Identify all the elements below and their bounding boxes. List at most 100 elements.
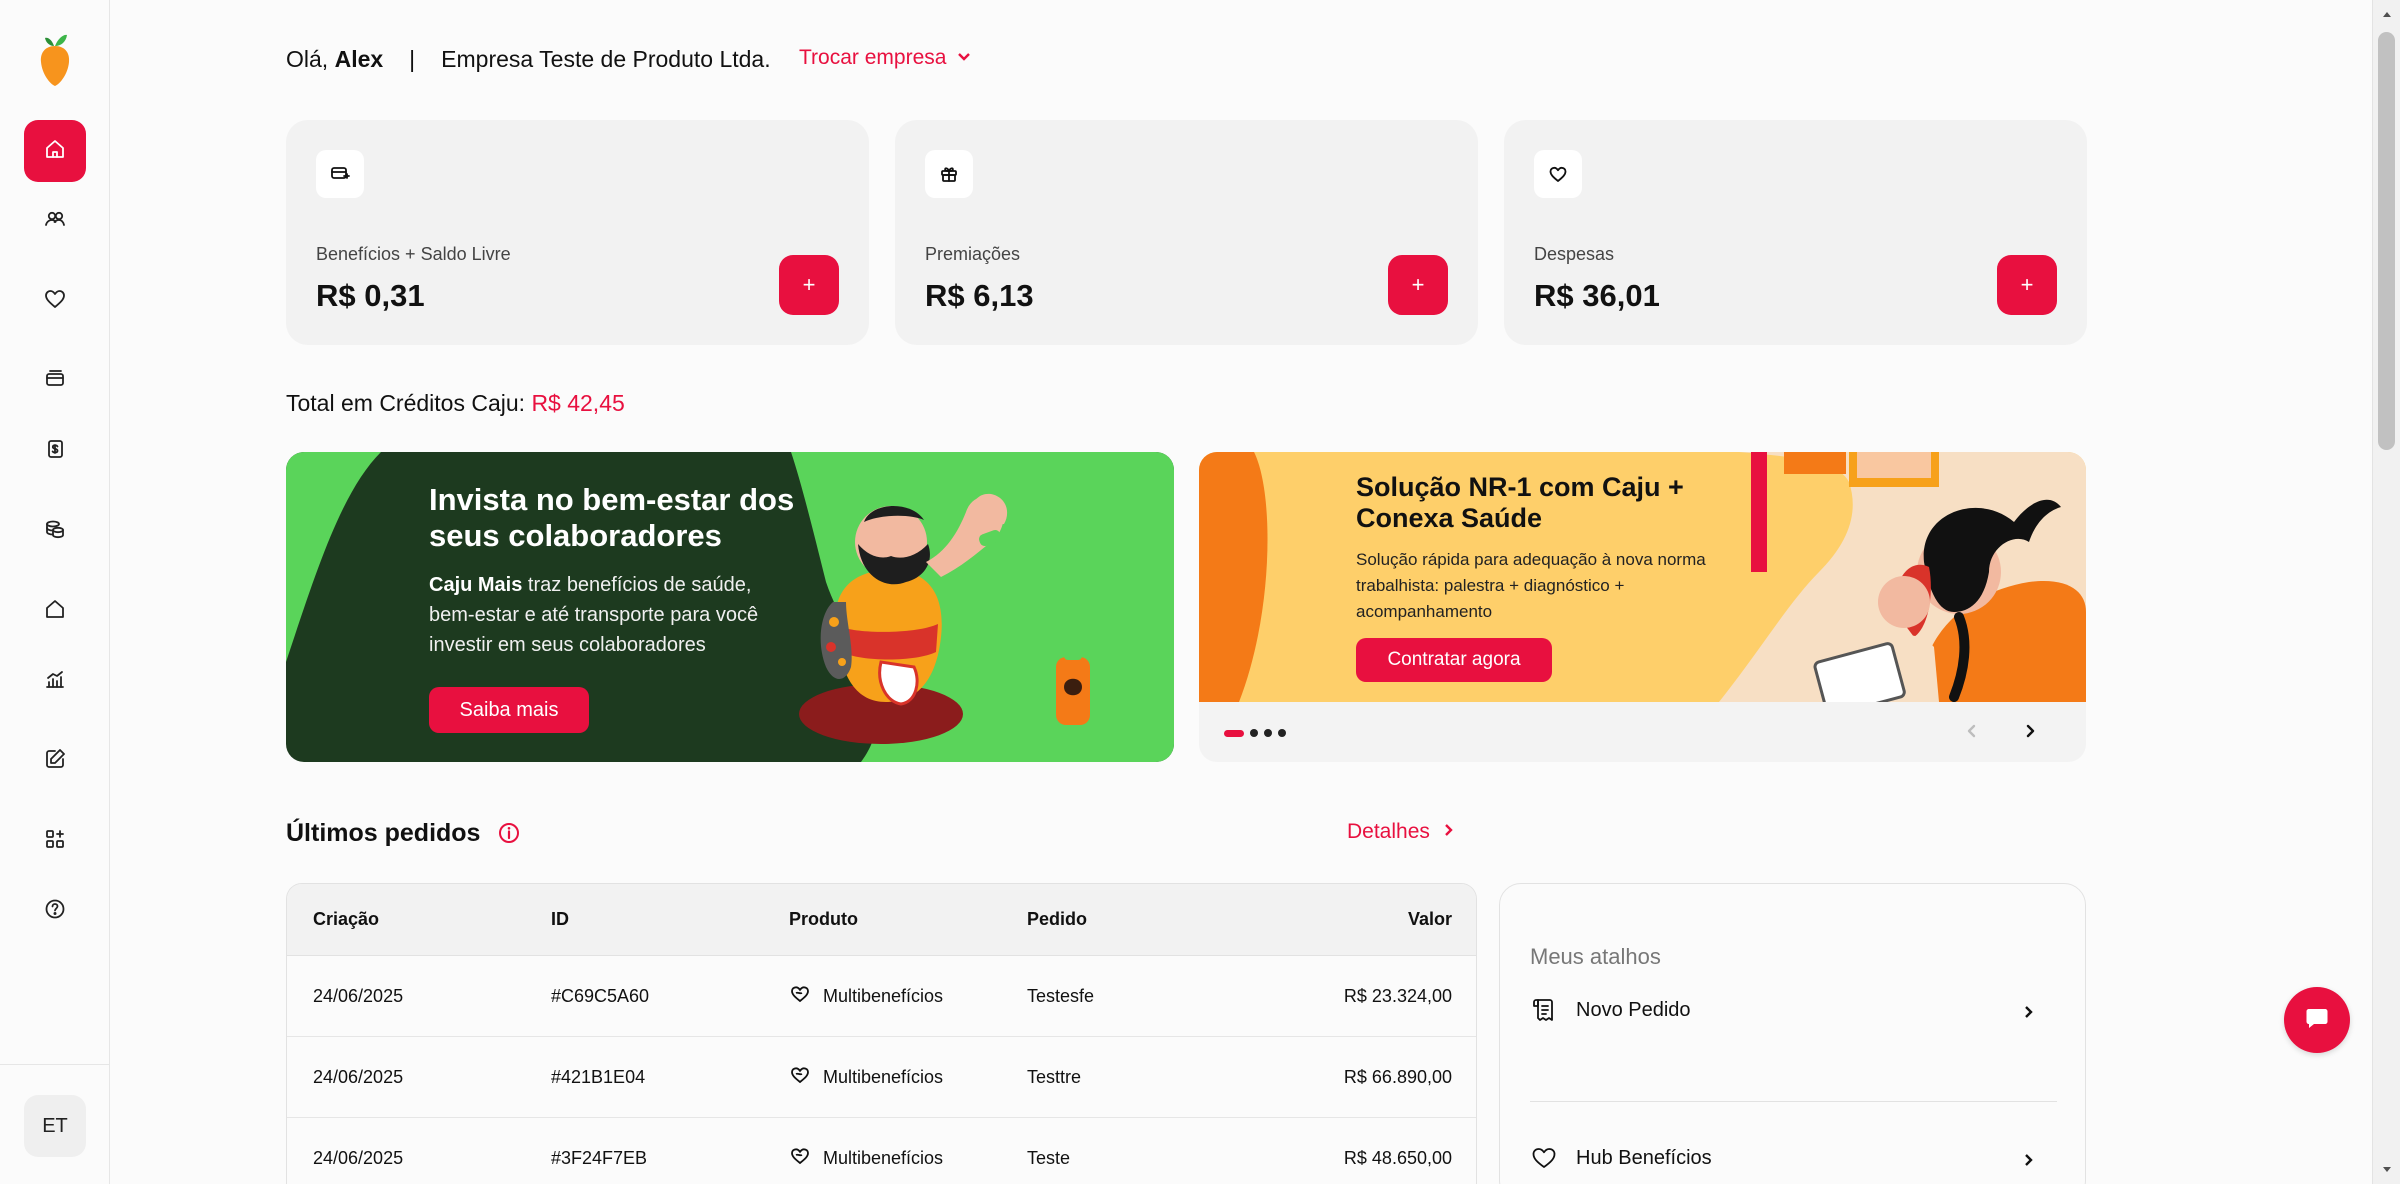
order-id: #3F24F7EB <box>551 1147 648 1168</box>
shortcut-hub-benefits[interactable]: Hub Benefícios <box>1530 1118 2057 1184</box>
table-header: Criação ID Produto Pedido Valor <box>287 884 1476 956</box>
nav-benefits[interactable] <box>24 270 86 332</box>
orders-details-link[interactable]: Detalhes <box>1347 820 1456 844</box>
carousel-dot-2[interactable] <box>1250 729 1258 737</box>
greeting: Olá, Alex | Empresa Teste de Produto Ltd… <box>286 46 771 73</box>
card-label: Premiações <box>925 244 1021 264</box>
carousel-prev-button[interactable] <box>1959 720 1985 746</box>
nav-home[interactable] <box>24 120 86 182</box>
banner-text-bold: Caju Mais <box>429 574 523 596</box>
table-row[interactable]: 24/06/2025 #C69C5A60 Multibenefícios Tes… <box>287 956 1476 1037</box>
carousel-dots <box>1224 729 1286 737</box>
order-name: Teste <box>1027 1147 1071 1168</box>
nav-users[interactable] <box>24 190 86 252</box>
info-icon[interactable] <box>497 821 521 845</box>
switch-company-button[interactable]: Trocar empresa <box>799 46 972 70</box>
heart-icon <box>43 287 67 316</box>
chevron-right-icon <box>1440 820 1456 844</box>
details-label: Detalhes <box>1347 820 1430 843</box>
apps-icon <box>43 827 67 856</box>
coins-icon <box>43 517 67 546</box>
order-product: Multibenefícios <box>789 1145 943 1172</box>
orders-title: Últimos pedidos <box>286 819 481 847</box>
shortcuts-title: Meus atalhos <box>1530 944 1661 969</box>
scroll-down-arrow-icon[interactable] <box>2380 1162 2394 1176</box>
nav-reports[interactable] <box>24 650 86 712</box>
switch-company-label: Trocar empresa <box>799 46 947 69</box>
shortcut-label: Hub Benefícios <box>1576 1146 1712 1169</box>
order-date: 24/06/2025 <box>313 1066 404 1087</box>
order-id: #421B1E04 <box>551 1066 646 1087</box>
heart-icon <box>1534 150 1582 198</box>
order-value: R$ 23.324,00 <box>1343 985 1452 1006</box>
total-credits-value: R$ 42,45 <box>531 390 625 416</box>
shortcuts-panel: Meus atalhos Novo Pedido Hub Benefícios <box>1499 883 2086 1184</box>
carousel-next-button[interactable] <box>2017 720 2043 746</box>
nav-coins[interactable] <box>24 500 86 562</box>
order-value: R$ 48.650,00 <box>1343 1147 1452 1168</box>
card-label: Benefícios + Saldo Livre <box>316 244 511 264</box>
caju-mais-banner[interactable]: Invista no bem-estar dos seus colaborado… <box>286 452 1174 762</box>
nav-receipts[interactable] <box>24 420 86 482</box>
scroll-up-arrow-icon[interactable] <box>2380 8 2394 22</box>
gift-icon <box>925 150 973 198</box>
greeting-prefix: Olá, <box>286 46 329 72</box>
help-icon <box>43 897 67 926</box>
banner-text: Caju Mais traz benefícios de saúde, bem-… <box>429 570 789 660</box>
add-expenses-button[interactable]: + <box>1997 255 2057 315</box>
house-icon <box>43 597 67 626</box>
chat-button[interactable] <box>2284 987 2350 1053</box>
nav-apps[interactable] <box>24 810 86 872</box>
total-credits: Total em Créditos Caju: R$ 42,45 <box>286 390 625 417</box>
order-product: Multibenefícios <box>789 983 943 1010</box>
product-name: Multibenefícios <box>823 985 944 1006</box>
nr1-carousel: Solução NR-1 com Caju + Conexa Saúde Sol… <box>1199 452 2086 762</box>
page-scrollbar[interactable] <box>2372 0 2400 1184</box>
contract-now-button[interactable]: Contratar agora <box>1356 638 1552 682</box>
carousel-dot-4[interactable] <box>1278 729 1286 737</box>
column-header-id[interactable]: ID <box>551 909 569 930</box>
chevron-down-icon <box>956 46 972 70</box>
table-row[interactable]: 24/06/2025 #3F24F7EB Multibenefícios Tes… <box>287 1118 1476 1184</box>
home-icon <box>43 137 67 166</box>
column-header-product[interactable]: Produto <box>789 909 858 930</box>
nav-house[interactable] <box>24 580 86 642</box>
caju-logo[interactable] <box>36 32 74 88</box>
column-header-value[interactable]: Valor <box>1408 909 1452 930</box>
chevron-right-icon <box>2021 1002 2035 1018</box>
user-name: Alex <box>334 46 384 72</box>
avatar[interactable]: ET <box>24 1095 86 1157</box>
add-awards-button[interactable]: + <box>1388 255 1448 315</box>
company-name: Empresa Teste de Produto Ltda. <box>441 46 771 72</box>
orders-table: Criação ID Produto Pedido Valor 24/06/20… <box>286 883 1477 1184</box>
chart-icon <box>43 667 67 696</box>
shortcuts-divider <box>1530 1101 2057 1102</box>
order-value: R$ 66.890,00 <box>1343 1066 1452 1087</box>
column-header-order[interactable]: Pedido <box>1027 909 1087 930</box>
column-header-creation[interactable]: Criação <box>313 909 379 930</box>
multibenefits-icon <box>789 1064 811 1091</box>
header-separator: | <box>409 46 416 72</box>
table-row[interactable]: 24/06/2025 #421B1E04 Multibenefícios Tes… <box>287 1037 1476 1118</box>
shortcut-new-order[interactable]: Novo Pedido <box>1530 970 2057 1050</box>
carousel-dot-3[interactable] <box>1264 729 1272 737</box>
chevron-right-icon <box>2022 723 2038 744</box>
order-product: Multibenefícios <box>789 1064 943 1091</box>
multibenefits-icon <box>789 1145 811 1172</box>
multibenefits-icon <box>789 983 811 1010</box>
carousel-dot-1[interactable] <box>1224 729 1244 737</box>
carousel-title: Solução NR-1 com Caju + Conexa Saúde <box>1356 472 1684 533</box>
benefits-balance-card: Benefícios + Saldo Livre R$ 0,31 + <box>286 120 869 345</box>
learn-more-button[interactable]: Saiba mais <box>429 687 589 733</box>
order-date: 24/06/2025 <box>313 1147 404 1168</box>
nav-cards[interactable] <box>24 350 86 412</box>
nav-edit[interactable] <box>24 730 86 792</box>
card-icon <box>43 367 67 396</box>
add-benefits-button[interactable]: + <box>779 255 839 315</box>
product-name: Multibenefícios <box>823 1066 944 1087</box>
chevron-left-icon <box>1964 723 1980 744</box>
scrollbar-thumb[interactable] <box>2378 32 2395 450</box>
shortcut-label: Novo Pedido <box>1576 998 1691 1021</box>
card-amount: R$ 0,31 <box>316 278 425 313</box>
nav-help[interactable] <box>24 880 86 942</box>
